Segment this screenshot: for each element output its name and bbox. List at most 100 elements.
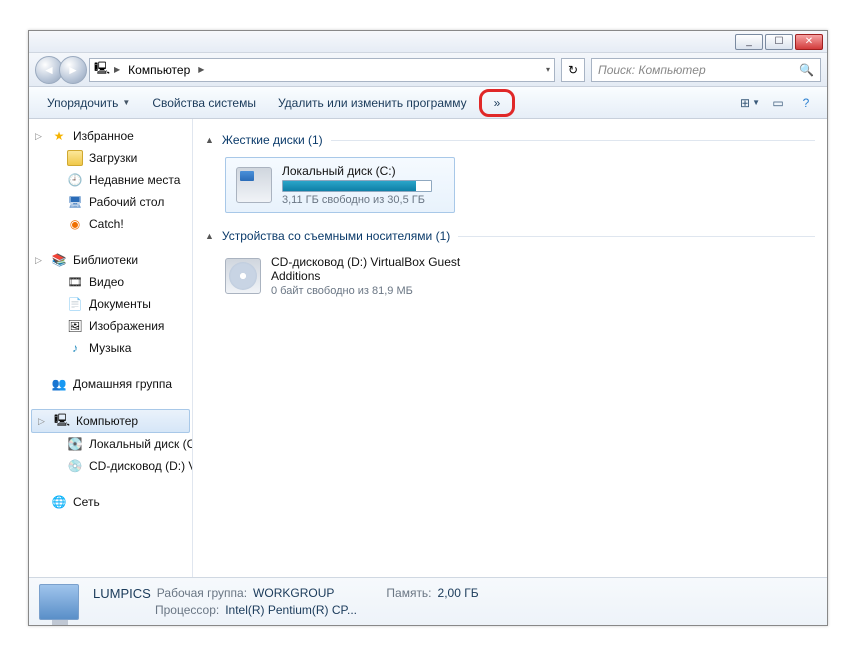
drive-free-space: 3,11 ГБ свободно из 30,5 ГБ [282,194,432,206]
dropdown-icon[interactable]: ▾ [546,65,550,74]
computer-label: Компьютер [76,414,138,428]
drive-local-c[interactable]: Локальный диск (C:) 3,11 ГБ свободно из … [225,157,455,213]
libraries-icon: 📚 [51,252,67,268]
sidebar-item-documents[interactable]: 📄 Документы [29,293,192,315]
organize-button[interactable]: Упорядочить▼ [37,92,140,114]
preview-icon: ▭ [772,96,783,110]
title-bar: _ ☐ ✕ [29,31,827,53]
navigation-bar: ◄ ► 🖳 ▶ Компьютер ▶ ▾ ↻ Поиск: Компьютер… [29,53,827,87]
memory-value: 2,00 ГБ [438,586,479,601]
item-label: Музыка [89,341,131,355]
cpu-value: Intel(R) Pentium(R) CP... [225,603,357,617]
libraries-label: Библиотеки [73,253,138,267]
sidebar-item-music[interactable]: ♪ Музыка [29,337,192,359]
uninstall-program-button[interactable]: Удалить или изменить программу [268,92,477,114]
item-label: Загрузки [89,151,137,165]
sidebar-item-recent[interactable]: 🕘Недавние места [29,169,192,191]
computer-large-icon [39,584,79,620]
help-button[interactable]: ? [793,92,819,114]
search-input[interactable]: Поиск: Компьютер 🔍 [591,58,821,82]
expand-icon: ▷ [35,255,42,266]
forward-button[interactable]: ► [59,56,87,84]
drive-name: CD-дисковод (D:) VirtualBox Guest Additi… [271,255,471,283]
expand-icon: ▷ [35,131,42,142]
collapse-icon: ▲ [205,135,214,145]
details-pane: LUMPICS Рабочая группа: WORKGROUP Память… [29,577,827,625]
sidebar-item-downloads[interactable]: Загрузки [29,147,192,169]
computer-name: LUMPICS [93,586,151,601]
search-icon: 🔍 [799,63,814,77]
removable-section-header[interactable]: ▲ Устройства со съемными носителями (1) [205,223,815,249]
sidebar-item-video[interactable]: 🎞 Видео [29,271,192,293]
nav-buttons: ◄ ► [35,56,83,84]
network-header[interactable]: 🌐Сеть [29,491,192,513]
toolbar-overflow-button[interactable]: » [490,94,505,112]
chevron-down-icon: ▼ [752,98,760,107]
sidebar-item-pictures[interactable]: 🖼Изображения [29,315,192,337]
item-label: Видео [89,275,124,289]
item-label: Рабочий стол [89,195,164,209]
overflow-highlight: » [479,89,516,117]
system-properties-button[interactable]: Свойства системы [142,92,266,114]
desktop-icon: 🖥 [67,194,83,210]
divider [331,140,815,141]
homegroup-header[interactable]: 👥 Домашняя группа [29,373,192,395]
item-label: Catch! [89,217,124,231]
item-label: Документы [89,297,151,311]
workgroup-label: Рабочая группа: [157,586,247,601]
preview-pane-button[interactable]: ▭ [765,92,791,114]
search-placeholder: Поиск: Компьютер [598,63,706,77]
command-bar: Упорядочить▼ Свойства системы Удалить ил… [29,87,827,119]
star-icon: ★ [51,128,67,144]
recent-icon: 🕘 [67,172,83,188]
cpu-label: Процессор: [155,603,219,617]
item-label: CD-дисковод (D:) Vi [89,459,192,473]
refresh-button[interactable]: ↻ [561,58,585,82]
drive-icon: 💽 [67,436,83,452]
computer-icon: 🖳 [54,413,70,429]
usage-fill [283,181,416,191]
usage-bar [282,180,432,192]
maximize-button[interactable]: ☐ [765,34,793,50]
minimize-button[interactable]: _ [735,34,763,50]
drive-cd-d[interactable]: CD-дисковод (D:) VirtualBox Guest Additi… [225,255,815,297]
drive-name: Локальный диск (C:) [282,164,432,178]
libraries-header[interactable]: ▷ 📚 Библиотеки [29,249,192,271]
sidebar-item-desktop[interactable]: 🖥 Рабочий стол [29,191,192,213]
homegroup-group: 👥 Домашняя группа [29,373,192,395]
catch-icon: ◉ [67,216,83,232]
divider [458,236,815,237]
memory-label: Память: [386,586,431,601]
close-button[interactable]: ✕ [795,34,823,50]
expand-icon: ▷ [38,416,45,427]
hdd-icon [236,167,272,203]
arrow-left-icon: ◄ [43,63,55,77]
homegroup-icon: 👥 [51,376,67,392]
music-icon: ♪ [67,340,83,356]
video-icon: 🎞 [67,274,83,290]
explorer-window: _ ☐ ✕ ◄ ► 🖳 ▶ Компьютер ▶ ▾ ↻ Поиск: Ком… [28,30,828,626]
collapse-icon: ▲ [205,231,214,241]
refresh-icon: ↻ [568,63,578,77]
libraries-group: ▷ 📚 Библиотеки 🎞 Видео 📄 Документы 🖼Изображе… [29,249,192,359]
hdd-section-header[interactable]: ▲ Жесткие диски (1) [205,127,815,153]
cd-drive-icon [225,258,261,294]
sidebar-item-catch[interactable]: ◉ Catch! [29,213,192,235]
homegroup-label: Домашняя группа [73,377,172,391]
sidebar-item-local-disk[interactable]: 💽 Локальный диск (C [29,433,192,455]
picture-icon: 🖼 [67,318,83,334]
chevron-right-icon: ▶ [114,65,120,74]
address-bar[interactable]: 🖳 ▶ Компьютер ▶ ▾ [89,58,555,82]
favorites-header[interactable]: ▷★Избранное [29,125,192,147]
view-options-button[interactable]: ⊞▼ [737,92,763,114]
document-icon: 📄 [67,296,83,312]
sidebar-item-cd-drive[interactable]: 💿 CD-дисковод (D:) Vi [29,455,192,477]
status-columns: LUMPICS Рабочая группа: WORKGROUP Память… [93,586,479,617]
drive-info: CD-дисковод (D:) VirtualBox Guest Additi… [271,255,471,297]
cd-icon: 💿 [67,458,83,474]
drive-info: Локальный диск (C:) 3,11 ГБ свободно из … [282,164,432,206]
item-label: Локальный диск (C [89,437,192,451]
sidebar-item-computer[interactable]: ▷ 🖳 Компьютер [31,409,190,433]
network-icon: 🌐 [51,494,67,510]
breadcrumb-computer[interactable]: Компьютер [124,61,194,79]
